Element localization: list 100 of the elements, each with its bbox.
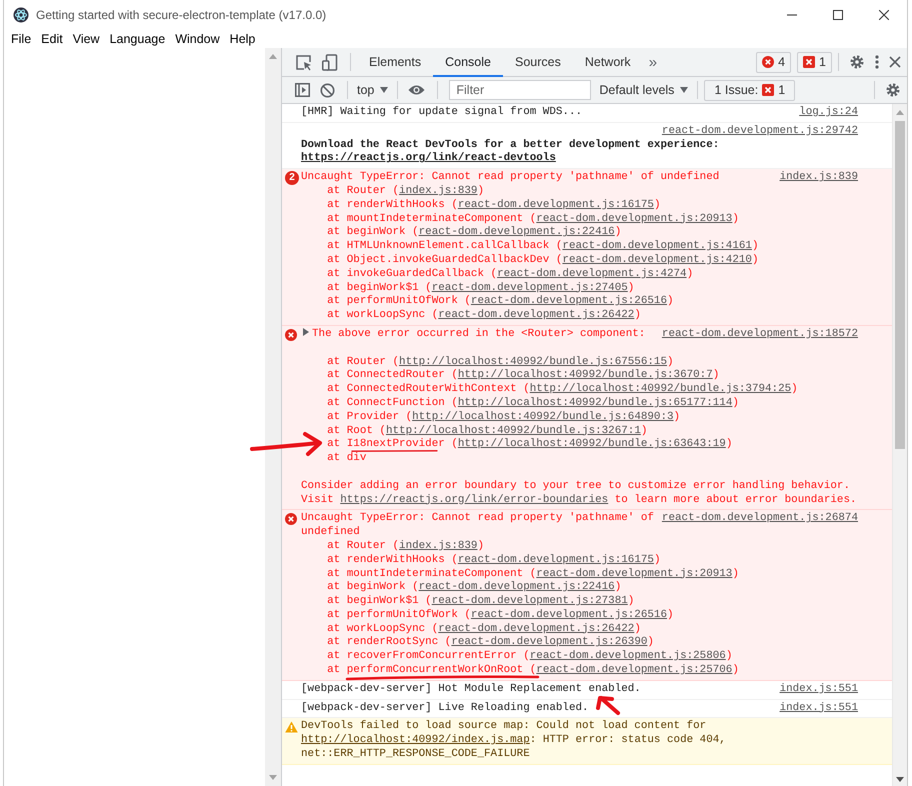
error-count: 4 [778,55,786,69]
link[interactable]: https://reactjs.org/link/error-boundaries [340,494,608,506]
error-counter[interactable]: 4 [756,52,792,72]
issue-count: 1 [819,55,826,69]
stack-frame: at ConnectFunction (http://localhost:40992/bundle.js:65177:114) [327,396,739,409]
stack-frame: at renderRootSync (react-dom.development.js:26390) [327,636,654,648]
issues-button[interactable]: 1 Issue: 1 [704,80,796,100]
link[interactable]: react-dom.development.js:25706 [536,664,732,676]
devtools-tab[interactable]: Network [572,48,643,76]
caret-icon [380,87,388,93]
link[interactable]: http://localhost:40992/bundle.js:3794:25 [530,383,792,396]
link[interactable]: index.js:839 [399,184,478,197]
eye-icon[interactable] [408,84,426,96]
issue-counter[interactable]: 1 [797,52,832,72]
menu-item[interactable]: File [6,32,36,46]
error-icon [285,513,297,526]
scroll-thumb[interactable] [895,121,905,449]
source-link[interactable]: react-dom.development.js:26874 [662,512,858,526]
link[interactable]: react-dom.development.js:20913 [536,568,732,580]
link[interactable]: react-dom.development.js:4274 [497,268,687,280]
link[interactable]: react-dom.development.js:27405 [432,282,628,294]
message-text: DevTools failed to load source map: Could not load content for http://localhost:40992/index.js.map: HTTP error: status code 404, net::ERR_HTTP_RESPONSE_CODE_FAILURE [301,720,727,760]
arrow-annotation [596,696,620,715]
device-toolbar-icon[interactable] [322,54,338,70]
stack-frame: at mountIndeterminateComponent (react-dom.development.js:20913) [327,212,739,225]
scroll-down-icon[interactable] [896,777,904,782]
stack-frame: at beginWork$1 (react-dom.development.js:27405) [327,282,634,294]
message-text: Consider adding an error boundary to your tree to customize error handling behavior. [301,480,850,492]
stack-frame: at beginWork (react-dom.development.js:22416) [327,226,622,238]
menu-item[interactable]: Language [104,32,170,46]
stack-frame: at Object.invokeGuardedCallbackDev (react-dom.development.js:4210) [327,254,758,266]
link[interactable]: http://localhost:40992/index.js.map [301,734,530,746]
source-link[interactable]: index.js:839 [780,171,858,185]
stack-frame: at HTMLUnknownElement.callCallback (react-dom.development.js:4161) [327,240,758,252]
link[interactable]: react-dom.development.js:26516 [470,608,667,621]
menu-item[interactable]: Help [224,32,260,46]
link[interactable]: https://reactjs.org/link/react-devtools [301,152,556,164]
link[interactable]: react-dom.development.js:26390 [451,636,648,648]
message-text: [webpack-dev-server] Hot Module Replacement enabled. [301,682,641,695]
message-text: Uncaught TypeError: Cannot read property 'pathname' of undefined [301,171,720,184]
link[interactable]: react-dom.development.js:22416 [418,226,615,238]
arrow-annotation [250,432,322,456]
stack-frame: at Root (http://localhost:40992/bundle.js:3267:1) [327,424,648,437]
link[interactable]: http://localhost:40992/bundle.js:3267:1 [386,424,641,437]
expand-arrow-icon[interactable] [302,328,310,336]
stack-frame: at ConnectedRouterWithContext (http://localhost:40992/bundle.js:3794:25) [327,383,798,396]
link[interactable]: react-dom.development.js:16175 [458,198,654,211]
link[interactable]: http://localhost:40992/bundle.js:3670:7 [458,369,713,382]
app-icon [13,7,29,23]
link[interactable]: react-dom.development.js:26422 [438,622,634,635]
issue-count: 1 [778,83,786,97]
issues-label: 1 Issue: [714,83,758,97]
levels-dropdown[interactable]: Default levels [596,83,692,97]
stack-frame: at performUnitOfWork (react-dom.development.js:26516) [327,295,674,308]
link[interactable]: react-dom.development.js:20913 [536,212,732,225]
more-tabs-button[interactable]: » [642,54,664,70]
source-link[interactable]: index.js:551 [780,702,858,716]
stack-frame: at invokeGuardedCallback (react-dom.development.js:4274) [327,268,694,280]
error-icon [762,56,774,68]
link[interactable]: react-dom.development.js:22416 [418,581,615,594]
message-text: Download the React DevTools for a better development experience: https://reactjs.org/link/react-devtools [301,138,720,164]
stack-frame: at Router (index.js:839) [327,540,484,552]
menu-item[interactable]: View [68,32,105,46]
link[interactable]: react-dom.development.js:4161 [562,240,752,252]
link[interactable]: index.js:839 [399,540,478,552]
stack-frame: at Provider (http://localhost:40992/bundle.js:64890:3) [327,410,680,423]
devtools-tab[interactable]: Elements [357,48,434,76]
message-text: [webpack-dev-server] Live Reloading enabled. [301,702,589,714]
stack-frame: at ConnectedRouter (http://localhost:40992/bundle.js:3670:7) [327,369,720,382]
scroll-bar[interactable] [892,104,907,786]
link[interactable]: react-dom.development.js:25806 [530,650,726,662]
clear-console-icon[interactable] [320,82,335,98]
link[interactable]: http://localhost:40992/bundle.js:65177:114 [458,396,732,409]
link[interactable]: react-dom.development.js:26516 [470,295,667,308]
window-title: Getting started with secure-electron-template (v17.0.0) [36,8,326,22]
sidebar-icon[interactable] [295,83,310,97]
link[interactable]: http://localhost:40992/bundle.js:64890:3 [412,410,674,423]
devtools-tab[interactable]: Sources [502,48,573,76]
link[interactable]: react-dom.development.js:16175 [458,554,654,566]
settings-icon[interactable] [885,82,901,98]
menu-item[interactable]: Window [170,32,225,46]
source-link[interactable]: react-dom.development.js:18572 [662,328,858,342]
filter-field[interactable]: Filter [449,80,592,100]
settings-icon[interactable] [849,54,865,70]
source-link[interactable]: index.js:551 [780,682,858,697]
context-dropdown[interactable]: top [354,83,392,97]
stack-frame: at performUnitOfWork (react-dom.development.js:26516) [327,608,674,621]
menu-item[interactable]: Edit [36,32,68,46]
source-link[interactable]: log.js:24 [799,106,858,120]
stack-frame: at renderWithHooks (react-dom.development.js:16175) [327,198,660,211]
source-link[interactable]: react-dom.development.js:29742 [662,124,858,139]
inspect-icon[interactable] [295,54,312,70]
link[interactable]: react-dom.development.js:27381 [432,595,628,608]
stack-frame: at Router (index.js:839) [327,184,484,197]
link[interactable]: react-dom.development.js:4210 [562,254,752,266]
link[interactable]: http://localhost:40992/bundle.js:63643:19 [458,438,726,450]
close-icon[interactable] [889,56,901,68]
more-options-icon[interactable] [875,54,879,70]
link[interactable]: http://localhost:40992/bundle.js:67556:15 [399,356,667,368]
link[interactable]: react-dom.development.js:26422 [438,309,634,322]
